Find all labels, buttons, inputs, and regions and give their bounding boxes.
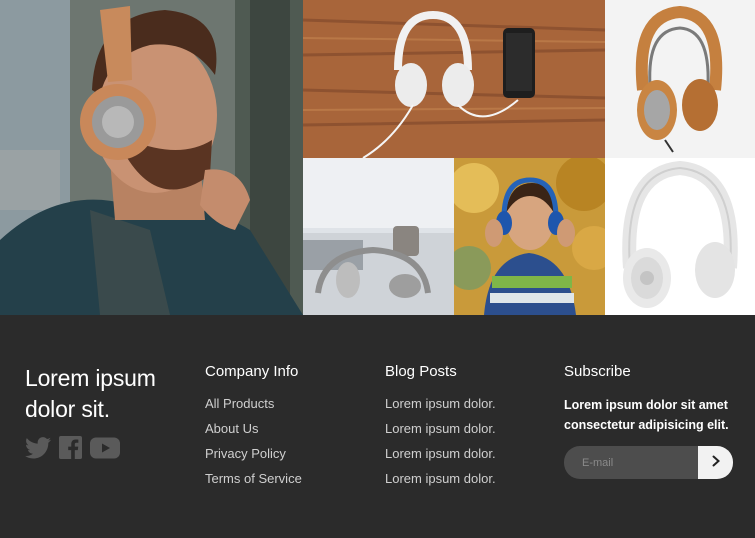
blog-post-link[interactable]: Lorem ipsum dolor. [385, 396, 496, 411]
email-field[interactable] [564, 446, 698, 479]
link-about-us[interactable]: About Us [205, 421, 258, 436]
gallery-image-white-headphones[interactable] [605, 158, 755, 315]
link-privacy-policy[interactable]: Privacy Policy [205, 446, 286, 461]
blog-posts-title: Blog Posts [385, 363, 457, 380]
headphones-on-desk-image [303, 0, 605, 158]
subscribe-description: Lorem ipsum dolor sit amet consectetur a… [564, 398, 729, 432]
product-gallery [0, 0, 755, 315]
list-item: Lorem ipsum dolor. [385, 446, 496, 471]
laptop-desk-image [303, 158, 454, 315]
subscribe-form [564, 446, 733, 479]
link-all-products[interactable]: All Products [205, 396, 274, 411]
list-item: About Us [205, 421, 302, 446]
blog-post-link[interactable]: Lorem ipsum dolor. [385, 421, 496, 436]
company-info-column: Company Info All Products About Us Priva… [205, 363, 302, 496]
brown-headphones-image [605, 0, 755, 158]
chevron-right-icon [711, 455, 721, 470]
gallery-image-headphones-on-laptop-desk[interactable] [303, 158, 454, 315]
list-item: Lorem ipsum dolor. [385, 471, 496, 496]
gallery-image-headphones-on-wooden-desk[interactable] [303, 0, 605, 158]
list-item: Terms of Service [205, 471, 302, 496]
blog-post-link[interactable]: Lorem ipsum dolor. [385, 471, 496, 486]
list-item: Lorem ipsum dolor. [385, 421, 496, 446]
boy-with-headphones-image [454, 158, 605, 315]
gallery-image-boy-with-headphones[interactable] [454, 158, 605, 315]
company-links-list: All Products About Us Privacy Policy Ter… [205, 396, 302, 496]
blog-links-list: Lorem ipsum dolor. Lorem ipsum dolor. Lo… [385, 396, 496, 496]
social-links [25, 436, 120, 459]
list-item: Privacy Policy [205, 446, 302, 471]
site-footer: Lorem ipsum dolor sit. Company Info All … [0, 315, 755, 538]
youtube-icon[interactable] [90, 437, 120, 459]
company-info-title: Company Info [205, 363, 299, 380]
subscribe-submit-button[interactable] [698, 446, 733, 479]
gallery-image-man-with-headphones[interactable] [0, 0, 303, 315]
brand-block: Lorem ipsum dolor sit. [25, 363, 175, 425]
gallery-image-brown-headphones[interactable] [605, 0, 755, 158]
blog-posts-column: Blog Posts Lorem ipsum dolor. Lorem ipsu… [385, 363, 496, 496]
white-headphones-image [605, 158, 755, 315]
facebook-icon[interactable] [59, 436, 82, 459]
link-terms-of-service[interactable]: Terms of Service [205, 471, 302, 486]
subscribe-title: Subscribe [564, 363, 631, 380]
brand-title: Lorem ipsum dolor sit. [25, 365, 156, 422]
list-item: All Products [205, 396, 302, 421]
man-with-headphones-image [0, 0, 303, 315]
blog-post-link[interactable]: Lorem ipsum dolor. [385, 446, 496, 461]
twitter-icon[interactable] [25, 436, 51, 459]
list-item: Lorem ipsum dolor. [385, 396, 496, 421]
subscribe-column: Subscribe Lorem ipsum dolor sit amet con… [564, 363, 739, 435]
